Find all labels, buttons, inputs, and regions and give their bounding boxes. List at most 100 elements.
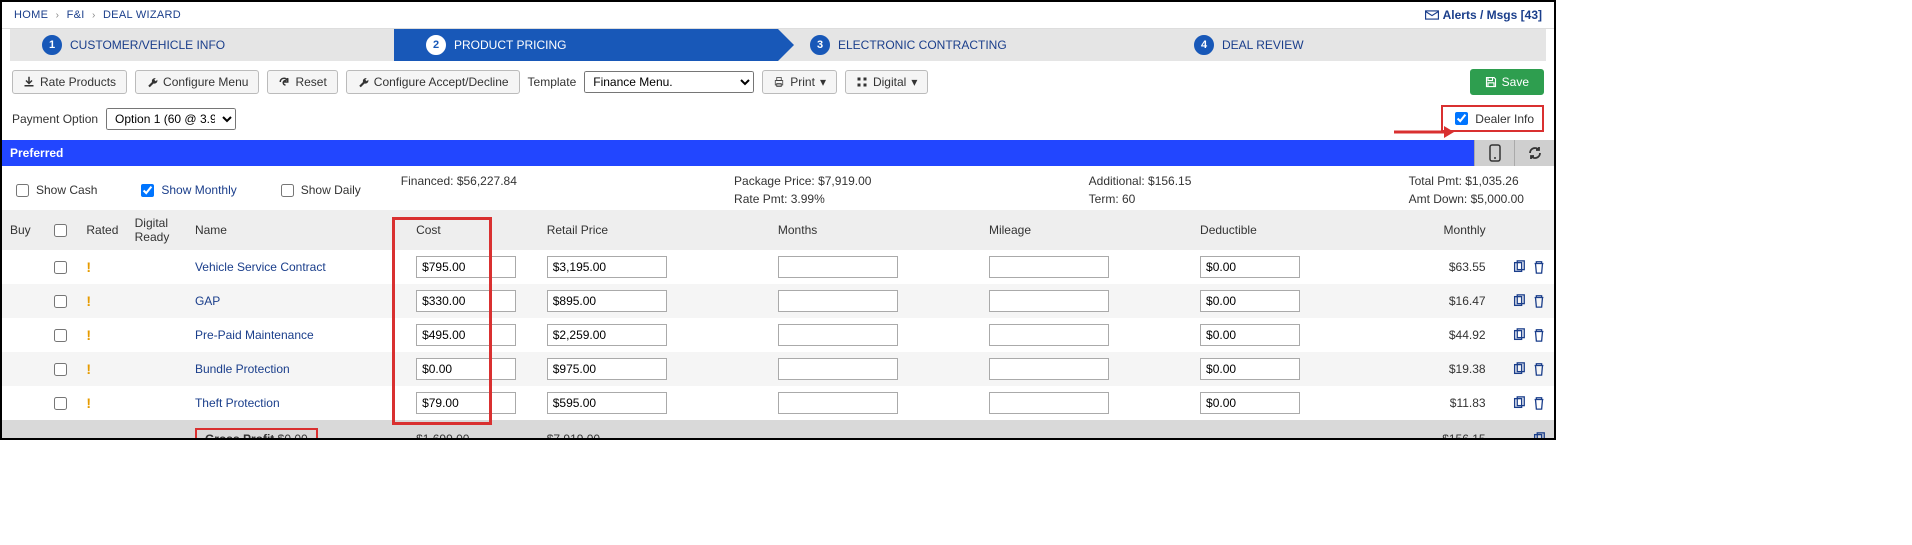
show-monthly-toggle[interactable]: Show Monthly xyxy=(137,181,236,200)
months-input[interactable] xyxy=(778,256,898,278)
months-input[interactable] xyxy=(778,358,898,380)
cost-input[interactable] xyxy=(416,392,516,414)
payment-option-select[interactable]: Option 1 (60 @ 3.99%) xyxy=(106,108,236,130)
dealer-info-checkbox[interactable] xyxy=(1455,112,1468,125)
mileage-input[interactable] xyxy=(989,256,1109,278)
breadcrumb-current: DEAL WIZARD xyxy=(103,9,181,21)
delete-icon[interactable] xyxy=(1532,396,1546,410)
alerts-link[interactable]: Alerts / Msgs [43] xyxy=(1425,8,1542,22)
deductible-input[interactable] xyxy=(1200,290,1300,312)
print-button[interactable]: Print ▾ xyxy=(762,70,837,94)
col-cost: Cost xyxy=(408,210,539,250)
copy-icon[interactable] xyxy=(1512,260,1526,274)
mileage-input[interactable] xyxy=(989,290,1109,312)
deductible-input[interactable] xyxy=(1200,392,1300,414)
cost-input[interactable] xyxy=(416,324,516,346)
configure-menu-button[interactable]: Configure Menu xyxy=(135,70,259,94)
delete-icon[interactable] xyxy=(1532,294,1546,308)
months-input[interactable] xyxy=(778,290,898,312)
reset-button[interactable]: Reset xyxy=(267,70,337,94)
show-daily-toggle[interactable]: Show Daily xyxy=(277,181,361,200)
months-input[interactable] xyxy=(778,324,898,346)
deductible-input[interactable] xyxy=(1200,324,1300,346)
digital-button[interactable]: Digital ▾ xyxy=(845,70,928,94)
copy-icon[interactable] xyxy=(1512,294,1526,308)
breadcrumb-home[interactable]: HOME xyxy=(14,9,48,21)
refresh-section[interactable] xyxy=(1514,140,1554,166)
amt-down-value: Amt Down: $5,000.00 xyxy=(1409,192,1524,206)
retail-input[interactable] xyxy=(547,358,667,380)
retail-input[interactable] xyxy=(547,290,667,312)
print-icon xyxy=(773,76,785,88)
deductible-input[interactable] xyxy=(1200,358,1300,380)
term-value: Term: 60 xyxy=(1089,192,1192,206)
warning-icon: ! xyxy=(86,395,91,411)
step-electronic-contracting[interactable]: 3ELECTRONIC CONTRACTING xyxy=(778,29,1162,61)
copy-icon[interactable] xyxy=(1512,328,1526,342)
additional-value: Additional: $156.15 xyxy=(1089,174,1192,188)
step-customer-vehicle[interactable]: 1CUSTOMER/VEHICLE INFO xyxy=(10,29,394,61)
show-monthly-checkbox[interactable] xyxy=(141,184,154,197)
cost-input[interactable] xyxy=(416,290,516,312)
rate-products-button[interactable]: Rate Products xyxy=(12,70,127,94)
buy-checkbox[interactable] xyxy=(54,295,67,308)
col-name: Name xyxy=(187,210,408,250)
copy-icon[interactable] xyxy=(1512,362,1526,376)
warning-icon: ! xyxy=(86,361,91,377)
mobile-icon xyxy=(1489,144,1501,162)
mileage-input[interactable] xyxy=(989,324,1109,346)
copy-icon[interactable] xyxy=(1532,432,1546,440)
step-product-pricing[interactable]: 2PRODUCT PRICING xyxy=(394,29,778,61)
delete-icon[interactable] xyxy=(1532,362,1546,376)
wrench-icon xyxy=(146,76,158,88)
configure-accept-decline-button[interactable]: Configure Accept/Decline xyxy=(346,70,520,94)
save-button[interactable]: Save xyxy=(1470,69,1544,95)
dealer-info-toggle[interactable]: Dealer Info xyxy=(1441,105,1544,132)
show-cash-toggle[interactable]: Show Cash xyxy=(12,181,97,200)
chevron-down-icon: ▾ xyxy=(820,75,826,89)
product-name-link[interactable]: GAP xyxy=(195,294,220,308)
monthly-value: $44.92 xyxy=(1373,318,1494,352)
refresh-icon xyxy=(1527,145,1543,161)
col-mileage: Mileage xyxy=(981,210,1192,250)
months-input[interactable] xyxy=(778,392,898,414)
table-row: ! Pre-Paid Maintenance $44.92 xyxy=(2,318,1554,352)
mobile-toggle[interactable] xyxy=(1474,140,1514,166)
delete-icon[interactable] xyxy=(1532,260,1546,274)
deductible-input[interactable] xyxy=(1200,256,1300,278)
retail-input[interactable] xyxy=(547,392,667,414)
wizard-steps: 1CUSTOMER/VEHICLE INFO 2PRODUCT PRICING … xyxy=(10,29,1546,61)
retail-input[interactable] xyxy=(547,324,667,346)
buy-checkbox[interactable] xyxy=(54,397,67,410)
product-name-link[interactable]: Bundle Protection xyxy=(195,362,290,376)
mileage-input[interactable] xyxy=(989,392,1109,414)
table-row: !Bundle Protection$19.38 xyxy=(2,352,1554,386)
retail-input[interactable] xyxy=(547,256,667,278)
breadcrumb-fi[interactable]: F&I xyxy=(67,9,85,21)
copy-icon[interactable] xyxy=(1512,396,1526,410)
delete-icon[interactable] xyxy=(1532,328,1546,342)
cost-input[interactable] xyxy=(416,256,516,278)
save-icon xyxy=(1485,76,1497,88)
buy-all-checkbox[interactable] xyxy=(54,224,67,237)
step-deal-review[interactable]: 4DEAL REVIEW xyxy=(1162,29,1546,61)
product-name-link[interactable]: Theft Protection xyxy=(195,396,280,410)
dealer-info-label: Dealer Info xyxy=(1475,112,1534,126)
total-pmt-value: Total Pmt: $1,035.26 xyxy=(1409,174,1524,188)
product-name-link[interactable]: Vehicle Service Contract xyxy=(195,260,326,274)
cost-input[interactable] xyxy=(416,358,516,380)
mileage-input[interactable] xyxy=(989,358,1109,380)
product-name-link[interactable]: Pre-Paid Maintenance xyxy=(195,328,314,342)
show-daily-checkbox[interactable] xyxy=(281,184,294,197)
warning-icon: ! xyxy=(86,327,91,343)
buy-checkbox[interactable] xyxy=(54,329,67,342)
warning-icon: ! xyxy=(86,259,91,275)
rate-pmt-value: Rate Pmt: 3.99% xyxy=(734,192,871,206)
preferred-section-header: Preferred xyxy=(2,140,1554,166)
col-buy-check xyxy=(42,210,78,250)
show-cash-checkbox[interactable] xyxy=(16,184,29,197)
buy-checkbox[interactable] xyxy=(54,261,67,274)
retail-total: $7,919.00 xyxy=(539,420,770,440)
template-select[interactable]: Finance Menu. xyxy=(584,71,754,93)
buy-checkbox[interactable] xyxy=(54,363,67,376)
